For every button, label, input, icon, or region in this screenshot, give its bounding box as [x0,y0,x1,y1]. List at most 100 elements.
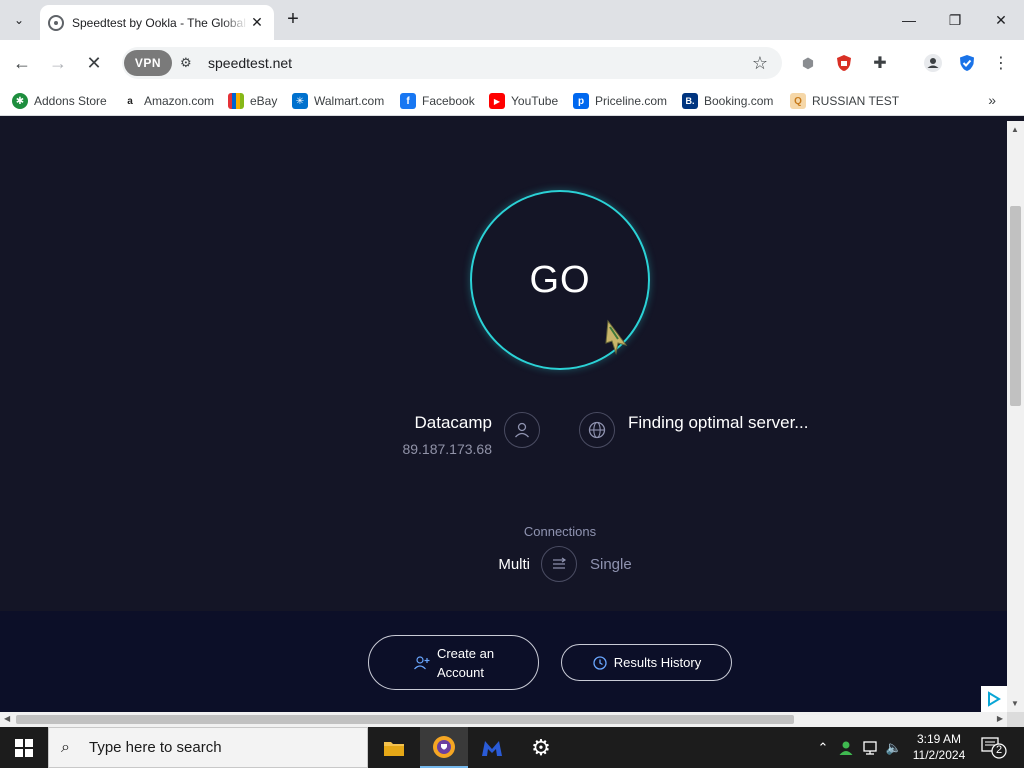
bookmark-russian-test[interactable]: Q RUSSIAN TEST [790,91,899,111]
bookmark-label: YouTube [511,94,559,108]
browser-app[interactable] [420,727,468,768]
bookmark-ebay[interactable]: eBay [228,91,277,111]
taskbar-search-placeholder: Type here to search [89,739,222,756]
tab-close-icon[interactable]: ✕ [248,14,266,32]
scroll-left-icon[interactable]: ◀ [4,714,10,723]
windows-taskbar: ⌕ Type here to search ⚙ ⌃ 🔈 3:19 AM 11/2… [0,727,1024,768]
bookmark-walmart[interactable]: ✳ Walmart.com [292,91,384,111]
scroll-down-icon[interactable]: ▼ [1011,699,1019,708]
results-history-label: Results History [613,655,702,670]
settings-app[interactable]: ⚙ [517,727,565,768]
bookmark-booking[interactable]: B. Booking.com [682,91,773,111]
network-icon[interactable] [860,727,882,768]
bookmarks-overflow-icon[interactable]: » [988,92,996,108]
user-status-icon[interactable] [836,727,856,768]
notification-center-button[interactable]: 2 [980,735,1008,759]
browser-toolbar: ← → ✕ VPN ⚙ speedtest.net ☆ ⬢ ✚ ⋮ [0,40,1024,86]
globe-icon[interactable] [579,412,615,448]
isp-ip-address: 89.187.173.68 [402,441,492,457]
results-history-button[interactable]: Results History [561,644,732,681]
bookmark-label: Facebook [422,94,475,108]
create-account-button[interactable]: Create an Account [368,635,539,690]
extensions-puzzle-icon[interactable]: ✚ [869,52,891,74]
amazon-icon: a [122,93,138,109]
bookmark-label: Amazon.com [144,94,215,108]
taskbar-search-box[interactable]: ⌕ Type here to search [48,727,368,768]
gear-icon: ⚙ [531,734,551,760]
horizontal-scroll-thumb[interactable] [16,715,794,724]
minimize-button[interactable]: — [886,0,932,40]
back-button[interactable]: ← [8,49,36,77]
bookmark-label: RUSSIAN TEST [812,94,900,108]
go-label: GO [529,258,591,301]
clock-time: 3:19 AM [916,732,962,746]
url-text[interactable]: speedtest.net [208,55,746,71]
priceline-icon: p [573,93,589,109]
bitwarden-shield-icon[interactable] [956,52,978,74]
clock-date: 11/2/2024 [912,748,966,762]
window-close-button[interactable]: ✕ [978,0,1024,40]
folder-icon [384,741,404,756]
walmart-icon: ✳ [292,93,308,109]
speedtest-page: GO Datacamp 89.187.173.68 Finding optima… [0,121,1007,712]
scroll-right-icon[interactable]: ▶ [997,714,1003,723]
bookmark-label: Walmart.com [314,94,385,108]
tab-strip: ⌄ Speedtest by Ookla - The Global Broadb… [0,0,1024,40]
volume-icon[interactable]: 🔈 [884,727,904,768]
add-user-icon [414,655,430,669]
create-account-line1: Create an [436,645,495,661]
connections-toggle-icon[interactable] [541,546,577,582]
isp-name: Datacamp [414,413,492,432]
stop-x-icon: ✕ [86,52,102,73]
russian-test-icon: Q [790,93,806,109]
server-status[interactable]: Finding optimal server... [628,413,808,433]
bookmark-addons-store[interactable]: ✱ Addons Store [12,91,107,111]
scroll-up-icon[interactable]: ▲ [1011,125,1019,134]
multi-option[interactable]: Multi [470,556,530,573]
bookmark-facebook[interactable]: f Facebook [400,91,475,111]
account-section: Create an Account Results History [0,611,1007,712]
bookmarks-bar: ✱ Addons Store a Amazon.com eBay ✳ Walma… [0,86,1024,116]
bookmark-youtube[interactable]: ▶ YouTube [489,91,558,111]
notification-count: 2 [995,744,1003,756]
tray-overflow-icon[interactable]: ⌃ [814,727,832,768]
browser-menu-icon[interactable]: ⋮ [990,52,1012,74]
chevron-down-icon: ⌄ [13,13,25,27]
extension-hex-icon[interactable]: ⬢ [797,52,819,74]
start-button[interactable] [0,727,48,768]
tab-search-button[interactable]: ⌄ [6,7,32,33]
forward-button[interactable]: → [44,49,72,77]
file-explorer-app[interactable] [370,727,418,768]
facebook-icon: f [400,93,416,109]
speedtest-favicon-icon [48,14,64,31]
ebay-icon [228,93,244,109]
restore-button[interactable]: ❐ [932,0,978,40]
vpn-badge[interactable]: VPN [124,50,172,76]
malwarebytes-app[interactable] [468,727,516,768]
stop-loading-button[interactable]: ✕ [80,49,108,77]
user-icon[interactable] [504,412,540,448]
search-icon: ⌕ [61,738,70,756]
new-tab-button[interactable]: + [282,8,304,30]
youtube-icon: ▶ [489,93,505,109]
vertical-scroll-thumb[interactable] [1010,206,1021,406]
bookmark-amazon[interactable]: a Amazon.com [122,91,214,111]
notification-icon [981,737,1007,759]
back-arrow-icon: ← [13,52,31,73]
site-settings-icon[interactable]: ⚙ [180,55,196,71]
create-account-line2: Account [436,664,484,680]
vertical-scrollbar[interactable]: ▲ ▼ [1007,121,1024,712]
bookmark-star-icon[interactable]: ☆ [746,53,774,74]
adblock-shield-icon[interactable] [833,52,855,74]
connections-label: Connections [523,524,597,539]
bookmark-priceline[interactable]: p Priceline.com [573,91,667,111]
loading-cursor-icon [605,319,628,355]
single-option[interactable]: Single [590,556,632,573]
adchoices-icon[interactable] [981,686,1007,712]
tab-speedtest[interactable]: Speedtest by Ookla - The Global Broadban… [40,5,274,40]
horizontal-scrollbar[interactable]: ◀ ▶ [0,712,1007,727]
malwarebytes-icon [482,740,502,756]
taskbar-clock[interactable]: 3:19 AM 11/2/2024 [904,731,974,763]
profile-avatar-icon[interactable] [922,52,944,74]
address-bar[interactable]: VPN ⚙ speedtest.net ☆ [122,47,782,79]
